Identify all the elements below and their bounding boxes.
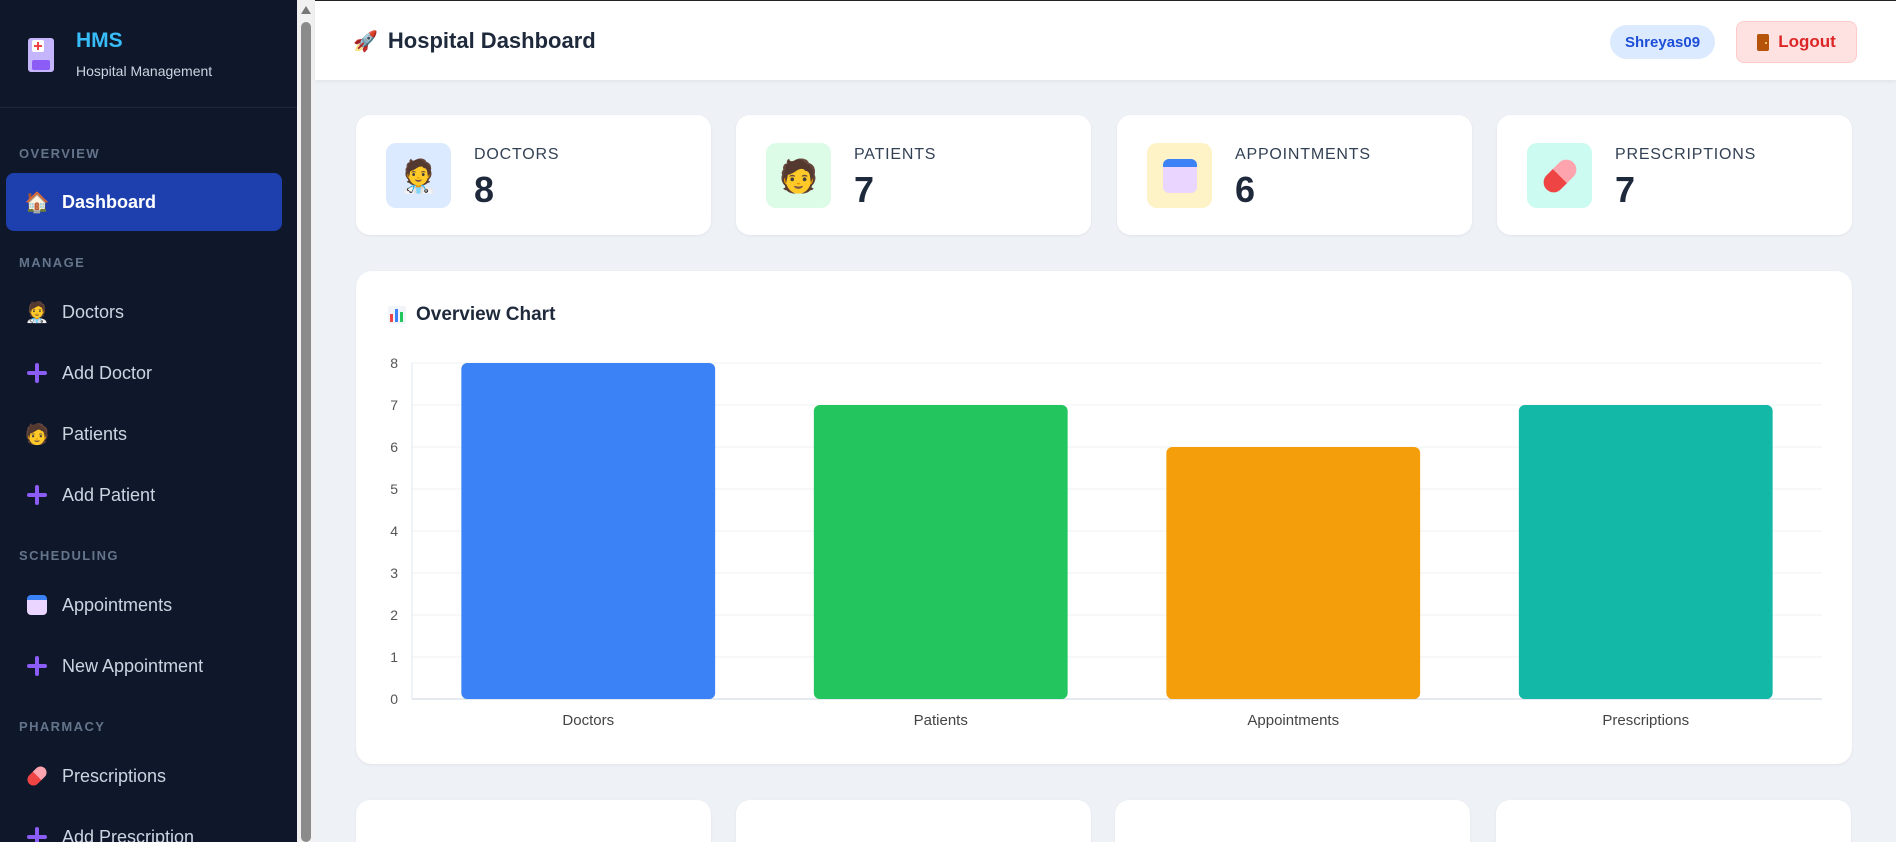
- x-tick-label: Patients: [914, 712, 968, 729]
- x-tick-label: Appointments: [1247, 712, 1339, 729]
- sidebar-item-label: Appointments: [62, 594, 173, 615]
- stat-label: APPOINTMENTS: [1235, 146, 1371, 163]
- stat-card-prescriptions: PRESCRIPTIONS 7: [1497, 115, 1852, 235]
- sidebar-item-label: New Appointment: [62, 655, 204, 676]
- pill-icon: [24, 763, 50, 789]
- bottom-card: [736, 800, 1091, 842]
- plus-icon: [26, 484, 48, 506]
- brand-title: HMS: [76, 28, 123, 52]
- sidebar-item-appointments[interactable]: Appointments: [6, 576, 282, 634]
- rocket-icon: 🚀: [353, 30, 378, 53]
- stat-label: PRESCRIPTIONS: [1615, 146, 1757, 163]
- door-icon: [1757, 33, 1770, 51]
- y-tick-label: 8: [390, 355, 398, 371]
- user-badge[interactable]: Shreyas09: [1610, 25, 1716, 59]
- page-title-text: Hospital Dashboard: [387, 28, 596, 53]
- brand-subtitle: Hospital Management: [76, 62, 213, 79]
- stat-value: 8: [474, 169, 495, 210]
- sidebar-item-doctors[interactable]: 🧑‍⚕️ Doctors: [6, 283, 282, 341]
- patient-icon: 🧑: [766, 143, 831, 208]
- y-tick-label: 0: [390, 691, 398, 707]
- stat-value: 7: [854, 169, 875, 210]
- bar-doctors: [461, 363, 716, 699]
- sidebar-item-label: Add Patient: [62, 484, 156, 505]
- stat-label: PATIENTS: [854, 146, 937, 163]
- sidebar-item-add-patient[interactable]: Add Patient: [6, 466, 282, 524]
- doctor-icon: 🧑‍⚕️: [24, 301, 50, 324]
- y-tick-label: 3: [390, 565, 398, 581]
- hospital-icon: [24, 34, 58, 74]
- y-tick-label: 7: [390, 397, 398, 413]
- overview-chart-card: Overview Chart 0 1 2 3 4 5 6 7 8 Doctors Patients A…: [356, 271, 1852, 764]
- bar-patients: [813, 405, 1068, 699]
- sidebar-item-patients[interactable]: 🧑 Patients: [6, 405, 282, 463]
- top-header: 🚀 Hospital Dashboard Shreyas09 Logout: [315, 0, 1896, 80]
- scroll-up-arrow-icon[interactable]: [301, 6, 311, 14]
- page-title: 🚀 Hospital Dashboard: [353, 28, 596, 54]
- sidebar-item-label: Patients: [62, 423, 128, 444]
- stat-label: DOCTORS: [474, 146, 560, 163]
- calendar-icon: [1147, 143, 1212, 208]
- sidebar-item-label: Add Prescription: [62, 826, 195, 842]
- stat-value: 7: [1615, 169, 1636, 210]
- section-label-pharmacy: PHARMACY: [19, 719, 106, 734]
- x-tick-label: Doctors: [562, 712, 614, 729]
- stat-value: 6: [1235, 169, 1256, 210]
- doctor-icon: 🧑‍⚕️: [386, 143, 451, 208]
- sidebar-item-label: Doctors: [62, 301, 125, 322]
- plus-icon: [26, 826, 48, 842]
- section-label-manage: MANAGE: [19, 255, 86, 270]
- bottom-card: [1115, 800, 1470, 842]
- sidebar-item-label: Add Doctor: [62, 362, 153, 383]
- plus-icon: [26, 362, 48, 384]
- house-icon: 🏠: [24, 191, 50, 214]
- plus-icon: [26, 655, 48, 677]
- logout-button[interactable]: Logout: [1736, 21, 1857, 63]
- sidebar-item-label: Dashboard: [62, 191, 157, 212]
- section-label-overview: OVERVIEW: [19, 146, 101, 161]
- logout-label: Logout: [1778, 32, 1836, 51]
- calendar-icon: [26, 594, 48, 616]
- sidebar-item-add-prescription[interactable]: Add Prescription: [6, 808, 282, 842]
- y-tick-label: 2: [390, 607, 398, 623]
- sidebar-item-dashboard[interactable]: 🏠 Dashboard: [6, 173, 282, 231]
- y-tick-label: 6: [390, 439, 398, 455]
- pill-icon: [1527, 143, 1592, 208]
- stat-card-doctors: 🧑‍⚕️ DOCTORS 8: [356, 115, 711, 235]
- bottom-card: [356, 800, 711, 842]
- bottom-card: [1496, 800, 1851, 842]
- bar-appointments: [1166, 447, 1421, 699]
- scrollbar[interactable]: [297, 0, 315, 842]
- bar-prescriptions: [1518, 405, 1773, 699]
- stat-card-patients: 🧑 PATIENTS 7: [736, 115, 1091, 235]
- y-tick-label: 4: [390, 523, 398, 539]
- sidebar-item-label: Prescriptions: [62, 765, 167, 786]
- y-tick-label: 1: [390, 649, 398, 665]
- scroll-thumb[interactable]: [301, 22, 311, 842]
- sidebar-item-prescriptions[interactable]: Prescriptions: [6, 747, 282, 805]
- patient-icon: 🧑: [24, 423, 50, 446]
- bar-chart: 0 1 2 3 4 5 6 7 8 Doctors Patients Appointments Pres…: [390, 355, 1822, 729]
- brand: HMS Hospital Management: [0, 0, 297, 108]
- sidebar-item-add-doctor[interactable]: Add Doctor: [6, 344, 282, 402]
- x-tick-label: Prescriptions: [1602, 712, 1689, 729]
- y-tick-label: 5: [390, 481, 398, 497]
- section-label-scheduling: SCHEDULING: [19, 548, 119, 563]
- sidebar: HMS Hospital Management OVERVIEW 🏠 Dashb…: [0, 0, 297, 842]
- sidebar-item-new-appointment[interactable]: New Appointment: [6, 637, 282, 695]
- stat-card-appointments: APPOINTMENTS 6: [1117, 115, 1472, 235]
